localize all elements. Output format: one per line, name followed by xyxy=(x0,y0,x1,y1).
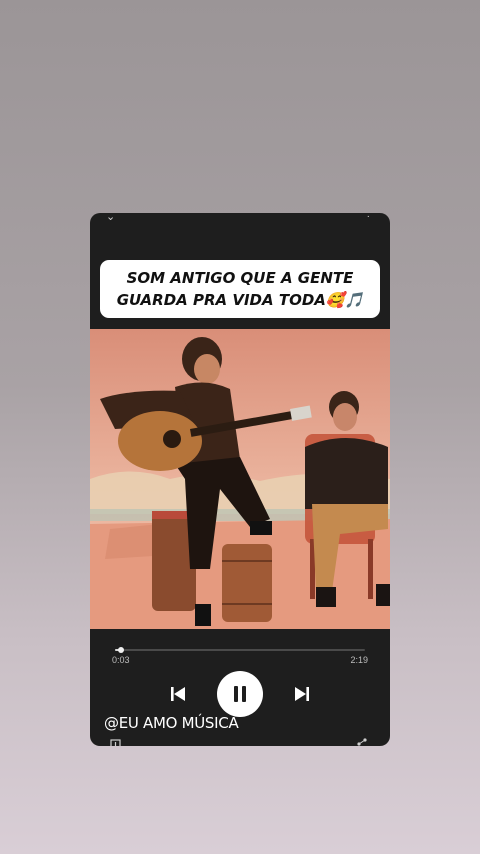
add-to-library-icon[interactable] xyxy=(110,737,122,746)
elapsed-time: 0:03 xyxy=(112,655,130,665)
progress-knob[interactable] xyxy=(117,647,124,653)
more-dots-icon[interactable]: · xyxy=(367,213,370,222)
card-top-bar: ⌄ · xyxy=(90,213,390,229)
progress-track xyxy=(115,649,365,651)
guitarist-boot xyxy=(195,604,211,626)
skip-next-icon xyxy=(295,687,309,701)
video-scene xyxy=(90,329,390,629)
skip-previous-icon xyxy=(171,687,185,701)
account-handle[interactable]: @EU AMO MÚSICA xyxy=(104,714,239,732)
guitar-body xyxy=(118,411,202,471)
chevron-down-icon[interactable]: ⌄ xyxy=(106,213,115,223)
playback-controls xyxy=(90,671,390,717)
skip-previous-button[interactable] xyxy=(169,685,187,703)
pause-icon xyxy=(234,686,246,702)
pause-button[interactable] xyxy=(217,671,263,717)
video-frame[interactable] xyxy=(90,329,390,629)
share-icon[interactable] xyxy=(356,737,368,746)
seated-man-shirt xyxy=(305,438,388,509)
caption-banner: SOM ANTIGO QUE A GENTE GUARDA PRA VIDA T… xyxy=(100,260,380,318)
skip-next-button[interactable] xyxy=(293,685,311,703)
total-time: 2:19 xyxy=(350,655,368,665)
playback-progress-bar[interactable] xyxy=(115,647,365,653)
caption-text: SOM ANTIGO QUE A GENTE GUARDA PRA VIDA T… xyxy=(116,269,364,309)
barrel-footrest xyxy=(222,544,272,622)
music-story-card: ⌄ · SOM ANTIGO QUE A GENTE GUARDA PRA VI… xyxy=(90,213,390,746)
